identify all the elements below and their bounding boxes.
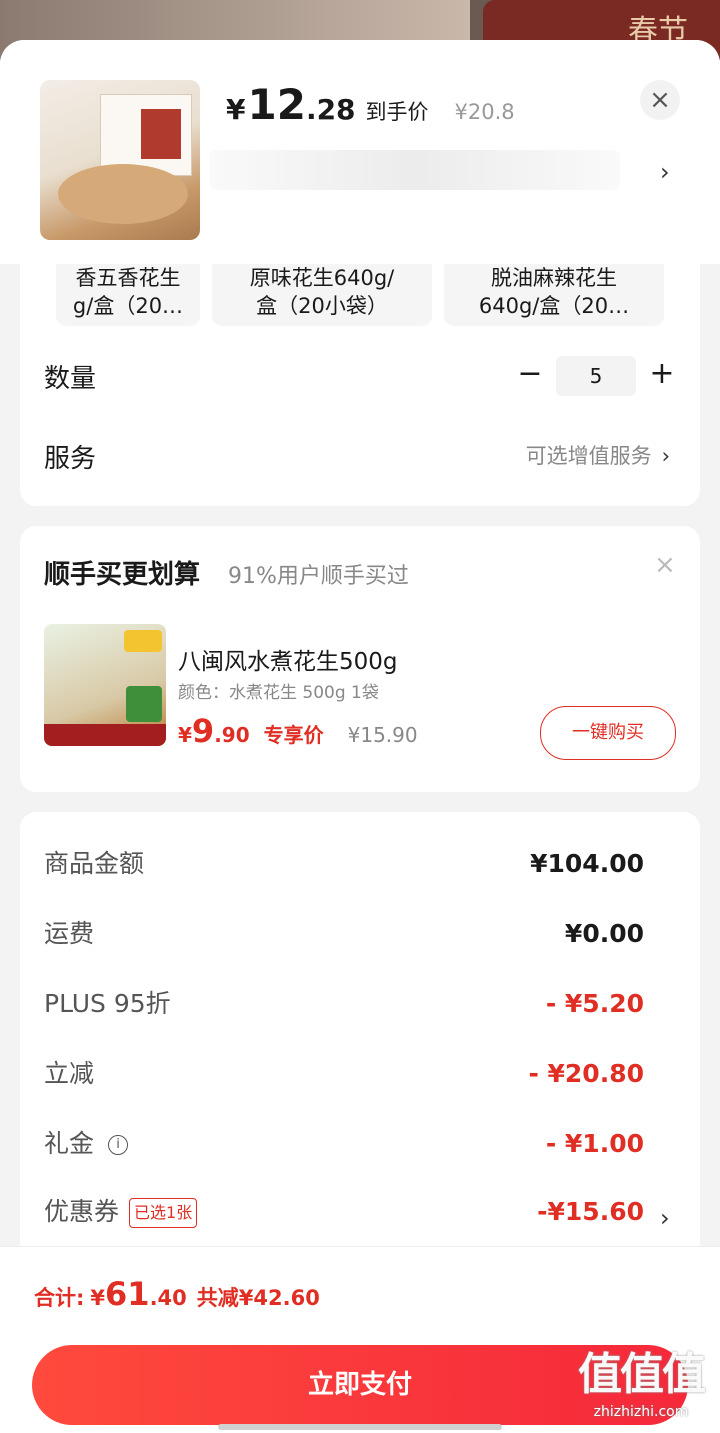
price-row: ¥ 12 .28 到手价 ¥20.8 (226, 80, 515, 140)
spec-card: 香五香花生 g/盒（20… 原味花生640g/ 盒（20小袋） 脱油麻辣花生 6… (20, 264, 700, 506)
purchase-sheet: ¥ 12 .28 到手价 ¥20.8 × › 香五香花生 g/盒（20… 原味花… (0, 40, 720, 1432)
recommend-thumbnail[interactable] (44, 624, 166, 746)
price-decimal: .90 (214, 723, 250, 747)
summary-value: -¥15.60 (537, 1197, 644, 1226)
price-currency: ¥ (178, 723, 192, 747)
option-label: 脱油麻辣花生 (491, 266, 617, 290)
service-label: 服务 (44, 444, 97, 474)
summary-value: - ¥5.20 (545, 989, 644, 1018)
close-icon[interactable]: × (640, 80, 680, 120)
summary-value: - ¥20.80 (528, 1059, 644, 1088)
product-thumbnail[interactable] (40, 80, 200, 240)
watermark-url: zhizhizhi.com (593, 1404, 689, 1420)
summary-label: 商品金额 (44, 849, 145, 878)
coupon-row[interactable]: 优惠券 已选1张 -¥15.60 (44, 1192, 644, 1232)
price-badge-image (124, 630, 162, 652)
price-tag: 专享价 (263, 723, 324, 747)
service-selector[interactable]: 可选增值服务 › (526, 440, 670, 470)
summary-label: 礼金 (44, 1129, 95, 1158)
close-icon[interactable]: × (654, 550, 676, 580)
option-label: 原味花生640g/ (249, 266, 395, 290)
summary-row: 礼金 i - ¥1.00 (44, 1124, 644, 1164)
summary-label: 立减 (44, 1059, 95, 1088)
summary-label-wrap: 优惠券 已选1张 (44, 1192, 198, 1232)
blurred-spec-text (210, 150, 620, 190)
bag-image (126, 686, 162, 722)
summary-value: ¥0.00 (564, 919, 644, 948)
option-original[interactable]: 原味花生640g/ 盒（20小袋） (212, 264, 432, 326)
summary-card: 商品金额 ¥104.00 运费 ¥0.00 PLUS 95折 - ¥5.20 立… (20, 812, 700, 1272)
product-header: ¥ 12 .28 到手价 ¥20.8 × › (0, 40, 720, 264)
price-currency: ¥ (226, 93, 246, 126)
summary-row: PLUS 95折 - ¥5.20 (44, 984, 644, 1024)
summary-row: 运费 ¥0.00 (44, 914, 644, 954)
peanut-bowl-image (58, 164, 188, 224)
service-hint: 可选增值服务 (525, 444, 652, 468)
price-decimal: .28 (305, 93, 356, 126)
quantity-label: 数量 (44, 364, 97, 394)
recommend-card: 顺手买更划算 91%用户顺手买过 × 八闽风水煮花生500g 颜色：水煮花生 5… (20, 526, 700, 792)
total-currency: ¥ (90, 1286, 106, 1310)
chevron-right-icon[interactable]: › (660, 158, 670, 186)
summary-label: 优惠券 (44, 1197, 120, 1226)
original-price: ¥15.90 (347, 723, 418, 747)
quantity-value[interactable]: 5 (556, 356, 636, 396)
summary-value: ¥104.00 (530, 849, 644, 878)
price-tag: 到手价 (365, 100, 429, 124)
quantity-plus-button[interactable]: + (644, 352, 680, 396)
info-icon[interactable]: i (108, 1135, 129, 1155)
watermark-logo: 值值值 (578, 1349, 706, 1400)
total-line: 合计: ¥ 61 .40 共减¥42.60 (34, 1275, 320, 1313)
home-indicator[interactable] (218, 1424, 502, 1430)
summary-label: 运费 (44, 919, 95, 948)
chevron-right-icon[interactable]: › (660, 1204, 670, 1232)
total-saved: 共减¥42.60 (196, 1286, 320, 1310)
recommend-item-name[interactable]: 八闽风水煮花生500g (178, 642, 398, 676)
total-decimal: .40 (149, 1286, 187, 1310)
option-label: g/盒（20… (72, 294, 184, 318)
option-label: 640g/盒（20… (478, 294, 630, 318)
recommend-price: ¥ 9 .90 专享价 ¥15.90 (178, 712, 418, 750)
summary-value: - ¥1.00 (545, 1129, 644, 1158)
summary-label: PLUS 95折 (44, 989, 171, 1018)
price-integer: 12 (247, 80, 306, 129)
recommend-subtitle: 91%用户顺手买过 (228, 564, 409, 589)
coupon-selected-tag: 已选1张 (129, 1198, 198, 1228)
summary-label-wrap: 礼金 i (44, 1124, 129, 1164)
option-five-spice[interactable]: 香五香花生 g/盒（20… (56, 264, 200, 326)
summary-row: 商品金额 ¥104.00 (44, 844, 644, 884)
option-label: 香五香花生 (75, 266, 181, 290)
chevron-right-icon: › (661, 444, 670, 468)
recommend-title: 顺手买更划算 (44, 560, 201, 590)
banner-stripe (44, 724, 166, 746)
price-integer: 9 (191, 712, 215, 750)
option-spicy[interactable]: 脱油麻辣花生 640g/盒（20… (444, 264, 664, 326)
recommend-item-spec: 颜色：水煮花生 500g 1袋 (178, 683, 379, 703)
summary-row: 立减 - ¥20.80 (44, 1054, 644, 1094)
total-integer: 61 (105, 1275, 150, 1313)
quantity-minus-button[interactable]: − (514, 352, 546, 396)
original-price: ¥20.8 (454, 100, 515, 124)
one-click-buy-button[interactable]: 一键购买 (540, 706, 676, 760)
option-label: 盒（20小袋） (256, 294, 388, 318)
total-label: 合计: (34, 1286, 85, 1310)
watermark: 值值值 zhizhizhi.com (566, 1346, 716, 1430)
